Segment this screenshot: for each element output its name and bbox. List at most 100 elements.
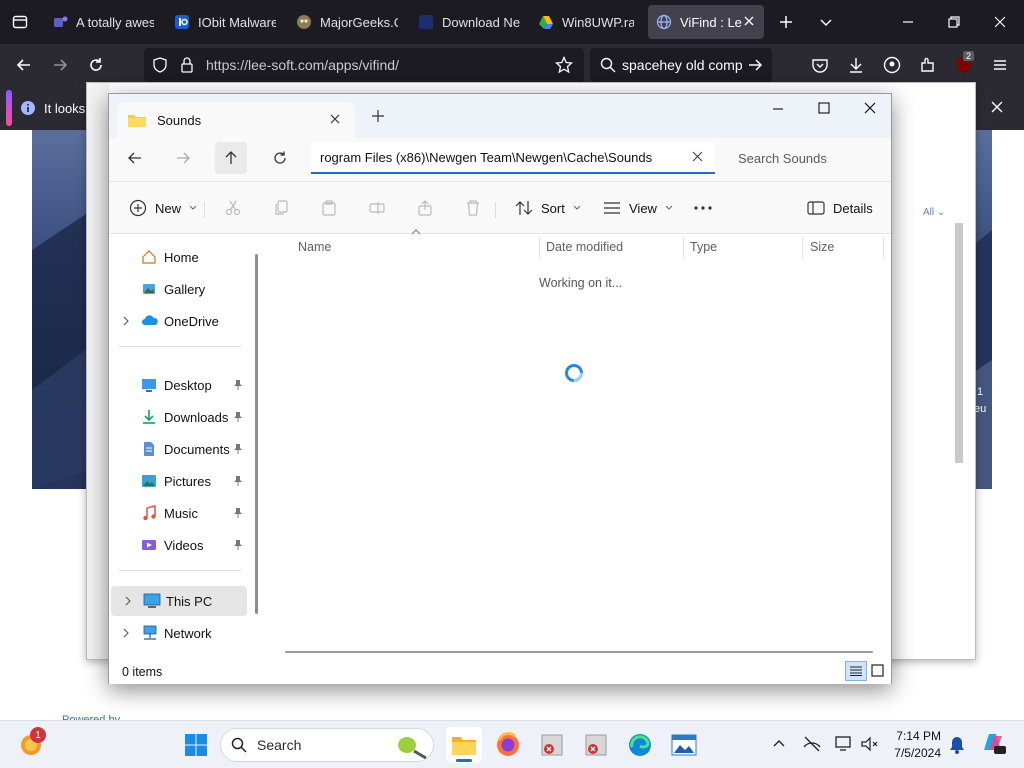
browser-tab[interactable]: MajorGeeks.C bbox=[288, 5, 406, 39]
browser-tab[interactable]: Win8UWP.rar bbox=[530, 5, 642, 39]
lock-icon[interactable] bbox=[179, 56, 195, 74]
details-button[interactable]: Details bbox=[807, 194, 873, 222]
show-hidden-icons-chevron[interactable] bbox=[772, 738, 786, 748]
downloads-icon[interactable] bbox=[844, 53, 868, 77]
new-tab-icon[interactable] bbox=[371, 109, 385, 123]
back-icon[interactable] bbox=[127, 150, 143, 166]
clock-date[interactable]: 7/5/2024 bbox=[893, 746, 941, 760]
path-input[interactable]: rogram Files (x86)\Newgen Team\Newgen\Ca… bbox=[311, 142, 715, 174]
column-header-sep[interactable] bbox=[802, 237, 803, 259]
pocket-icon[interactable] bbox=[808, 53, 832, 77]
delete-icon[interactable] bbox=[465, 200, 481, 216]
app-shortcut-icon[interactable] bbox=[534, 727, 570, 763]
cut-icon[interactable] bbox=[225, 200, 241, 216]
pin-icon[interactable] bbox=[233, 443, 243, 455]
close-window-icon[interactable] bbox=[863, 101, 877, 115]
pin-icon[interactable] bbox=[233, 507, 243, 519]
pin-icon[interactable] bbox=[233, 411, 243, 423]
copy-icon[interactable] bbox=[273, 200, 289, 216]
chevron-right-icon[interactable] bbox=[121, 627, 131, 639]
nav-item-network[interactable]: Network bbox=[109, 618, 259, 648]
column-header-size[interactable]: Size bbox=[810, 240, 834, 254]
nav-item-music[interactable]: Music bbox=[109, 498, 259, 528]
clock-time[interactable]: 7:14 PM bbox=[893, 729, 941, 743]
nav-item-pictures[interactable]: Pictures bbox=[109, 466, 259, 496]
pin-icon[interactable] bbox=[233, 539, 243, 551]
url-text[interactable]: https://lee-soft.com/apps/vifind/ bbox=[206, 57, 399, 73]
browser-tab[interactable]: A totally awes bbox=[44, 5, 162, 39]
pin-icon[interactable] bbox=[233, 379, 243, 391]
new-button[interactable]: New bbox=[129, 194, 197, 222]
chevron-right-icon[interactable] bbox=[123, 595, 133, 607]
search-input[interactable]: Search Sounds bbox=[723, 142, 889, 174]
share-icon[interactable] bbox=[417, 200, 433, 216]
display-settings-icon[interactable] bbox=[834, 735, 854, 753]
edge-browser-icon[interactable] bbox=[622, 727, 658, 763]
minimize-icon[interactable] bbox=[896, 10, 920, 34]
nav-item-downloads[interactable]: Downloads bbox=[109, 402, 259, 432]
column-header-date-modified[interactable]: Date modified bbox=[546, 240, 623, 254]
ublock-origin-icon[interactable]: 2 bbox=[952, 51, 976, 77]
firefox-taskbar-icon[interactable] bbox=[490, 727, 526, 763]
bookmark-star-icon[interactable] bbox=[555, 56, 573, 74]
nav-item-gallery[interactable]: Gallery bbox=[109, 274, 259, 304]
forward-icon[interactable] bbox=[175, 150, 191, 166]
forward-icon[interactable] bbox=[48, 53, 72, 77]
maximize-icon[interactable] bbox=[817, 101, 831, 115]
tab-overview-icon[interactable] bbox=[8, 10, 32, 34]
nav-item-videos[interactable]: Videos bbox=[109, 530, 259, 560]
volume-muted-icon[interactable] bbox=[860, 735, 880, 753]
more-options-icon[interactable] bbox=[693, 200, 713, 216]
search-text[interactable]: spacehey old compu bbox=[622, 57, 742, 73]
notifications-bell-icon[interactable] bbox=[948, 735, 966, 755]
tracking-protection-icon[interactable] bbox=[152, 57, 168, 73]
app-shortcut-icon[interactable] bbox=[578, 727, 614, 763]
account-icon[interactable] bbox=[880, 53, 904, 77]
nav-item-desktop[interactable]: Desktop bbox=[109, 370, 259, 400]
chevron-right-icon[interactable] bbox=[121, 315, 131, 327]
close-window-icon[interactable] bbox=[988, 10, 1012, 34]
rename-icon[interactable] bbox=[369, 200, 385, 216]
weather-widget-icon[interactable]: 1 bbox=[14, 727, 50, 763]
up-folder-icon[interactable] bbox=[215, 142, 247, 174]
bg-filter-dropdown[interactable]: All ⌄ bbox=[923, 207, 945, 218]
start-button-windows-icon[interactable] bbox=[178, 727, 214, 763]
column-separator[interactable] bbox=[883, 237, 884, 259]
clear-path-icon[interactable] bbox=[692, 151, 703, 162]
new-tab-icon[interactable] bbox=[774, 10, 798, 34]
browser-tab[interactable]: IObit Malware bbox=[166, 5, 284, 39]
url-bar[interactable]: https://lee-soft.com/apps/vifind/ bbox=[144, 48, 584, 82]
network-disconnected-icon[interactable] bbox=[802, 735, 822, 753]
close-tab-icon[interactable] bbox=[329, 113, 341, 125]
close-notification-icon[interactable] bbox=[990, 100, 1004, 114]
explorer-tab[interactable]: Sounds bbox=[117, 102, 355, 138]
close-tab-icon[interactable] bbox=[742, 14, 756, 28]
search-bar[interactable]: spacehey old compu bbox=[590, 48, 772, 82]
column-header-type[interactable]: Type bbox=[690, 240, 717, 254]
horizontal-scrollbar[interactable] bbox=[285, 651, 873, 653]
column-separator[interactable] bbox=[683, 237, 684, 259]
column-separator[interactable] bbox=[539, 237, 540, 259]
view-button[interactable]: View bbox=[603, 194, 673, 222]
minimize-icon[interactable] bbox=[771, 102, 785, 116]
nav-item-onedrive[interactable]: OneDrive bbox=[109, 306, 259, 336]
list-all-tabs-icon[interactable] bbox=[814, 10, 838, 34]
bg-scrollbar[interactable] bbox=[955, 223, 963, 463]
tiles-view-icon[interactable] bbox=[871, 664, 884, 677]
reload-icon[interactable] bbox=[84, 53, 108, 77]
restore-icon[interactable] bbox=[942, 10, 966, 34]
taskbar-search-box[interactable]: Search bbox=[220, 728, 434, 762]
column-header-name[interactable]: Name bbox=[298, 240, 331, 254]
nav-item-this-pc[interactable]: This PC bbox=[111, 586, 247, 616]
path-text[interactable]: rogram Files (x86)\Newgen Team\Newgen\Ca… bbox=[320, 150, 688, 165]
details-view-icon[interactable] bbox=[845, 661, 867, 681]
extensions-icon[interactable] bbox=[916, 53, 940, 77]
browser-tab[interactable]: Download Ne bbox=[410, 5, 528, 39]
refresh-icon[interactable] bbox=[272, 150, 288, 166]
sort-button[interactable]: Sort bbox=[515, 194, 581, 222]
nav-scrollbar[interactable] bbox=[255, 254, 258, 614]
hamburger-menu-icon[interactable] bbox=[988, 53, 1012, 77]
paste-icon[interactable] bbox=[321, 200, 337, 216]
nav-item-documents[interactable]: Documents bbox=[109, 434, 259, 464]
pin-icon[interactable] bbox=[233, 475, 243, 487]
